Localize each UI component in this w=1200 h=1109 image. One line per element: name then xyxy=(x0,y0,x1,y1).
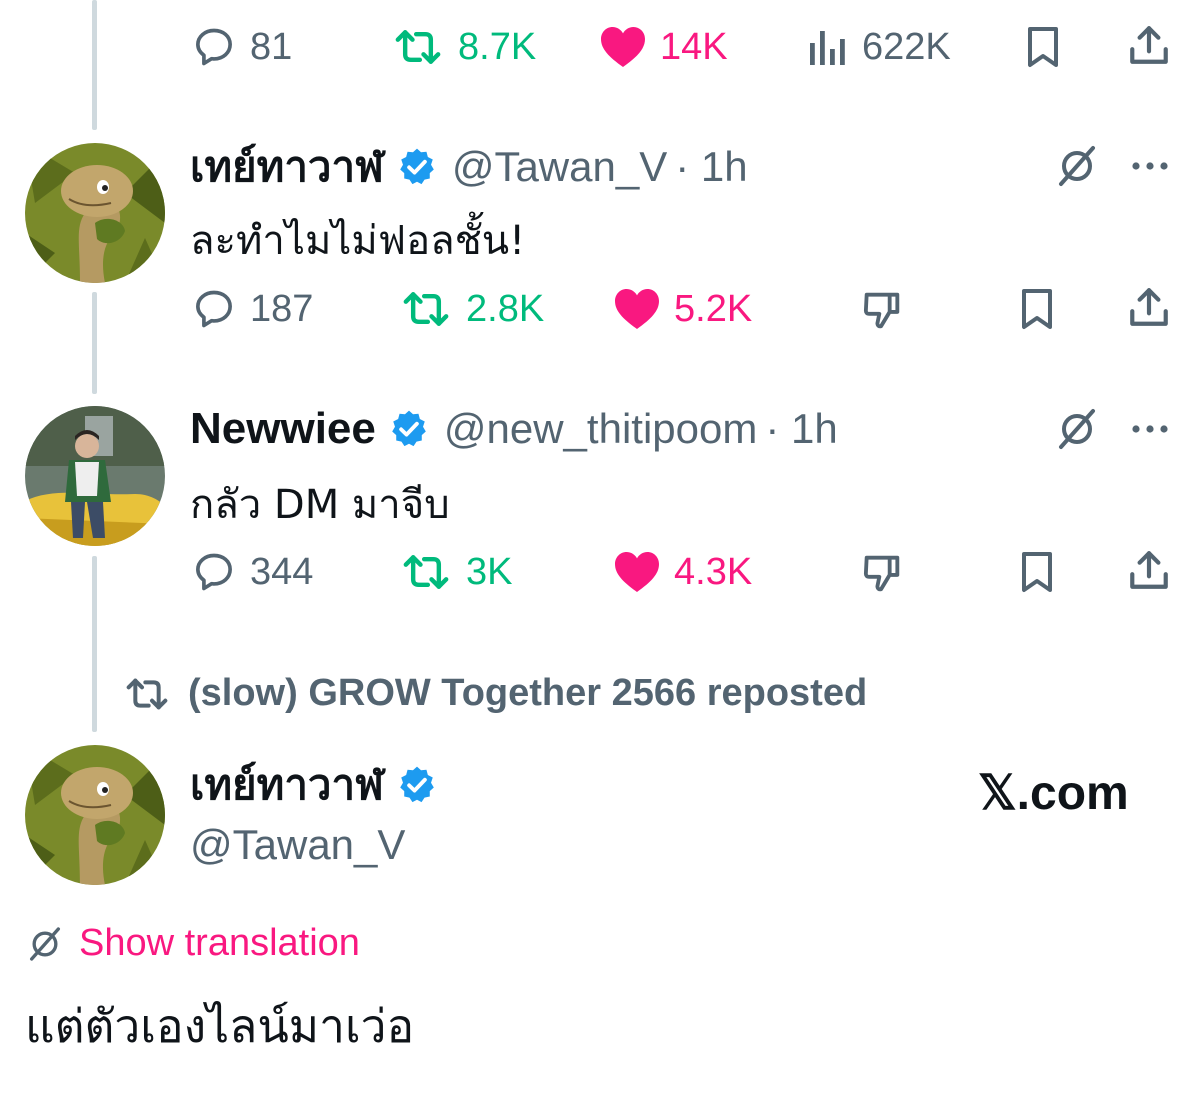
more-icon[interactable] xyxy=(1129,158,1171,174)
handle[interactable]: @new_thitipoom xyxy=(444,405,757,453)
tweet-text: ละทำไมไม่ฟอลชั้น! xyxy=(190,218,526,264)
avatar-tawan[interactable] xyxy=(25,745,165,885)
share-icon[interactable] xyxy=(1126,22,1172,68)
repost-context[interactable]: (slow) GROW Together 2566 reposted xyxy=(122,672,867,715)
main-tweet-name-row: เทย์ทาวาฬ xyxy=(190,758,438,812)
reply-button[interactable]: 81 xyxy=(190,25,292,69)
share-icon[interactable] xyxy=(1126,284,1172,330)
like-button[interactable]: 14K xyxy=(598,25,728,69)
tweet-2-header: Newwiee @new_thitipoom · 1h xyxy=(190,402,838,456)
verified-badge-icon xyxy=(392,410,426,447)
repost-icon xyxy=(403,292,449,326)
display-name[interactable]: เทย์ทาวาฬ xyxy=(190,752,384,818)
downvote-icon[interactable] xyxy=(858,287,906,333)
repost-button[interactable]: 8.7K xyxy=(390,25,536,69)
like-icon xyxy=(615,289,659,329)
repost-count: 8.7K xyxy=(458,25,537,68)
views-count: 622K xyxy=(862,25,951,68)
like-icon xyxy=(601,27,645,67)
timestamp[interactable]: · 1h xyxy=(765,405,837,453)
handle[interactable]: @Tawan_V xyxy=(190,821,405,869)
reply-count: 187 xyxy=(250,287,314,330)
repost-button[interactable]: 2.8K xyxy=(398,287,544,331)
show-translation-link[interactable]: Show translation xyxy=(25,922,360,965)
avatar-newwiee[interactable] xyxy=(25,406,165,546)
repost-count: 2.8K xyxy=(466,287,545,330)
tweet-1-header: เทย์ทาวาฬ @Tawan_V · 1h xyxy=(190,140,748,194)
repost-icon xyxy=(126,678,168,709)
handle[interactable]: @Tawan_V xyxy=(452,143,667,191)
timestamp[interactable]: · 1h xyxy=(675,143,747,191)
reply-button[interactable]: 187 xyxy=(190,287,313,331)
grok-icon[interactable] xyxy=(1053,142,1101,190)
repost-icon xyxy=(403,555,449,589)
reply-count: 81 xyxy=(250,25,293,68)
like-count: 5.2K xyxy=(674,287,753,330)
views-icon xyxy=(810,31,845,65)
avatar-tawan[interactable] xyxy=(25,143,165,283)
grok-icon[interactable] xyxy=(1053,405,1101,453)
more-icon[interactable] xyxy=(1129,421,1171,437)
reply-icon xyxy=(196,553,232,591)
reply-icon xyxy=(196,28,232,66)
repost-context-label: (slow) GROW Together 2566 reposted xyxy=(188,672,868,714)
like-icon xyxy=(615,552,659,592)
reply-count: 344 xyxy=(250,550,314,593)
thread-line-top xyxy=(92,0,97,130)
brand-watermark: 𝕏.com xyxy=(978,767,1129,820)
reply-button[interactable]: 344 xyxy=(190,550,313,594)
repost-button[interactable]: 3K xyxy=(398,550,512,594)
thread-line-3 xyxy=(92,556,97,732)
bookmark-icon[interactable] xyxy=(1021,25,1065,69)
like-count: 14K xyxy=(660,25,728,68)
reply-icon xyxy=(196,290,232,328)
thread-line-2 xyxy=(92,292,97,394)
like-button[interactable]: 4.3K xyxy=(612,550,752,594)
show-translation-label: Show translation xyxy=(79,922,360,964)
tweet-text: กลัว DM มาจีบ xyxy=(190,482,450,528)
bookmark-icon[interactable] xyxy=(1015,287,1059,331)
share-icon[interactable] xyxy=(1126,547,1172,593)
like-button[interactable]: 5.2K xyxy=(612,287,752,331)
repost-icon xyxy=(395,30,441,64)
downvote-icon[interactable] xyxy=(858,550,906,596)
repost-count: 3K xyxy=(466,550,513,593)
display-name[interactable]: Newwiee xyxy=(190,404,376,454)
like-count: 4.3K xyxy=(674,550,753,593)
views-button[interactable]: 622K xyxy=(806,25,951,69)
display-name[interactable]: เทย์ทาวาฬ xyxy=(190,134,384,200)
verified-badge-icon xyxy=(400,148,434,185)
main-tweet-text: แต่ตัวเองไลน์มาเว่อ xyxy=(25,999,415,1053)
translate-icon xyxy=(30,926,60,961)
bookmark-icon[interactable] xyxy=(1015,550,1059,594)
verified-badge-icon xyxy=(400,766,434,803)
main-tweet-handle-row: @Tawan_V xyxy=(190,818,405,872)
